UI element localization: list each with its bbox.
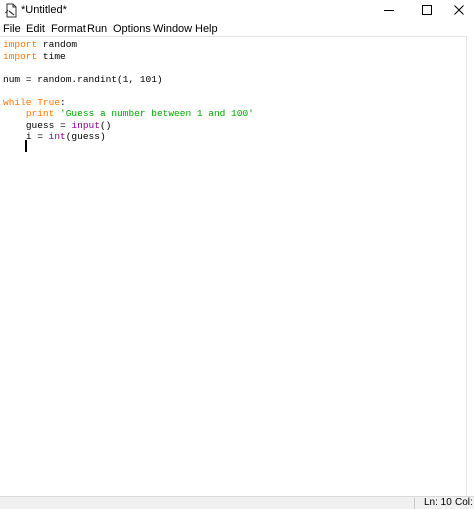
code-line: print 'Guess a number between 1 and 100'	[3, 108, 254, 120]
menu-run[interactable]: Run	[87, 22, 107, 36]
code-line	[3, 143, 26, 155]
maximize-icon	[422, 2, 432, 20]
close-button[interactable]	[442, 0, 474, 22]
builtin: int	[48, 131, 66, 142]
code-text: time	[37, 50, 66, 62]
keyword: while	[3, 96, 32, 108]
menu-bar: File Edit Format Run Options Window Help	[0, 22, 474, 36]
menu-file[interactable]: File	[3, 22, 21, 36]
code-editor[interactable]: import random import time num = random.r…	[0, 36, 466, 496]
menu-window[interactable]: Window	[153, 22, 192, 36]
idle-editor-window: *Untitled* File Edit Format Run Options …	[0, 0, 474, 509]
status-col: Col: 4	[455, 497, 474, 508]
status-line: Ln: 10	[424, 497, 452, 508]
menu-options[interactable]: Options	[113, 22, 151, 36]
code-text: ()	[99, 119, 112, 131]
code-line: num = random.randint(1, 101)	[3, 74, 163, 86]
keyword: print	[25, 108, 55, 119]
menu-help[interactable]: Help	[195, 22, 218, 36]
string-literal: 'Guess a number between 1 and 100'	[60, 108, 254, 119]
keyword: import	[3, 50, 38, 62]
maximize-button[interactable]	[410, 0, 444, 22]
code-line: i = int(guess)	[3, 131, 106, 143]
vertical-scrollbar[interactable]	[466, 36, 474, 496]
minimize-button[interactable]	[372, 0, 406, 22]
code-line: while True:	[3, 97, 66, 109]
code-text: random	[37, 39, 78, 50]
minimize-icon	[384, 2, 394, 20]
code-text: i =	[25, 131, 49, 142]
builtin: input	[71, 119, 100, 131]
idle-file-icon	[5, 3, 19, 18]
code-text: guess =	[25, 119, 72, 131]
keyword: True	[37, 96, 61, 108]
status-divider	[414, 498, 415, 509]
code-text: (guess)	[65, 131, 106, 142]
code-line: import time	[3, 51, 66, 63]
code-line: import random	[3, 39, 77, 51]
keyword: import	[3, 39, 38, 50]
text-cursor	[25, 140, 27, 152]
code-text: :	[60, 96, 66, 108]
close-icon	[454, 2, 464, 20]
code-text: num = random.randint(1, 101)	[3, 73, 163, 85]
code-line: guess = input()	[3, 119, 112, 132]
menu-edit[interactable]: Edit	[26, 22, 45, 36]
window-title: *Untitled*	[21, 4, 67, 16]
menu-format[interactable]: Format	[51, 22, 86, 36]
status-bar: Ln: 10 Col: 4	[0, 496, 474, 509]
title-bar[interactable]: *Untitled*	[0, 0, 474, 22]
